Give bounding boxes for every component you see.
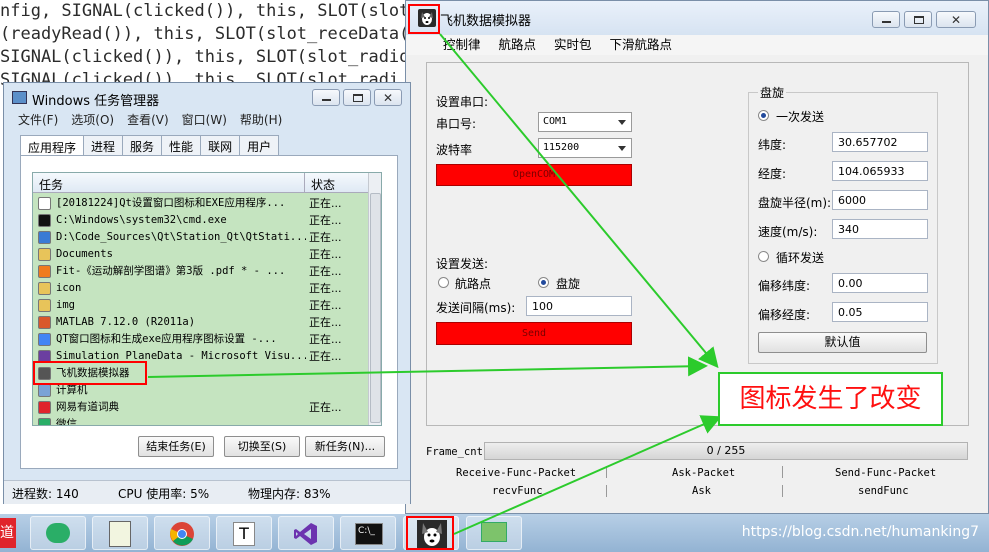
annotation-arrows <box>147 33 722 535</box>
arrow-list-item <box>147 356 708 378</box>
arrow-title-icon <box>439 33 719 369</box>
annotation-icon-changed: 图标发生了改变 <box>718 372 943 426</box>
arrow-taskbar <box>453 415 722 535</box>
